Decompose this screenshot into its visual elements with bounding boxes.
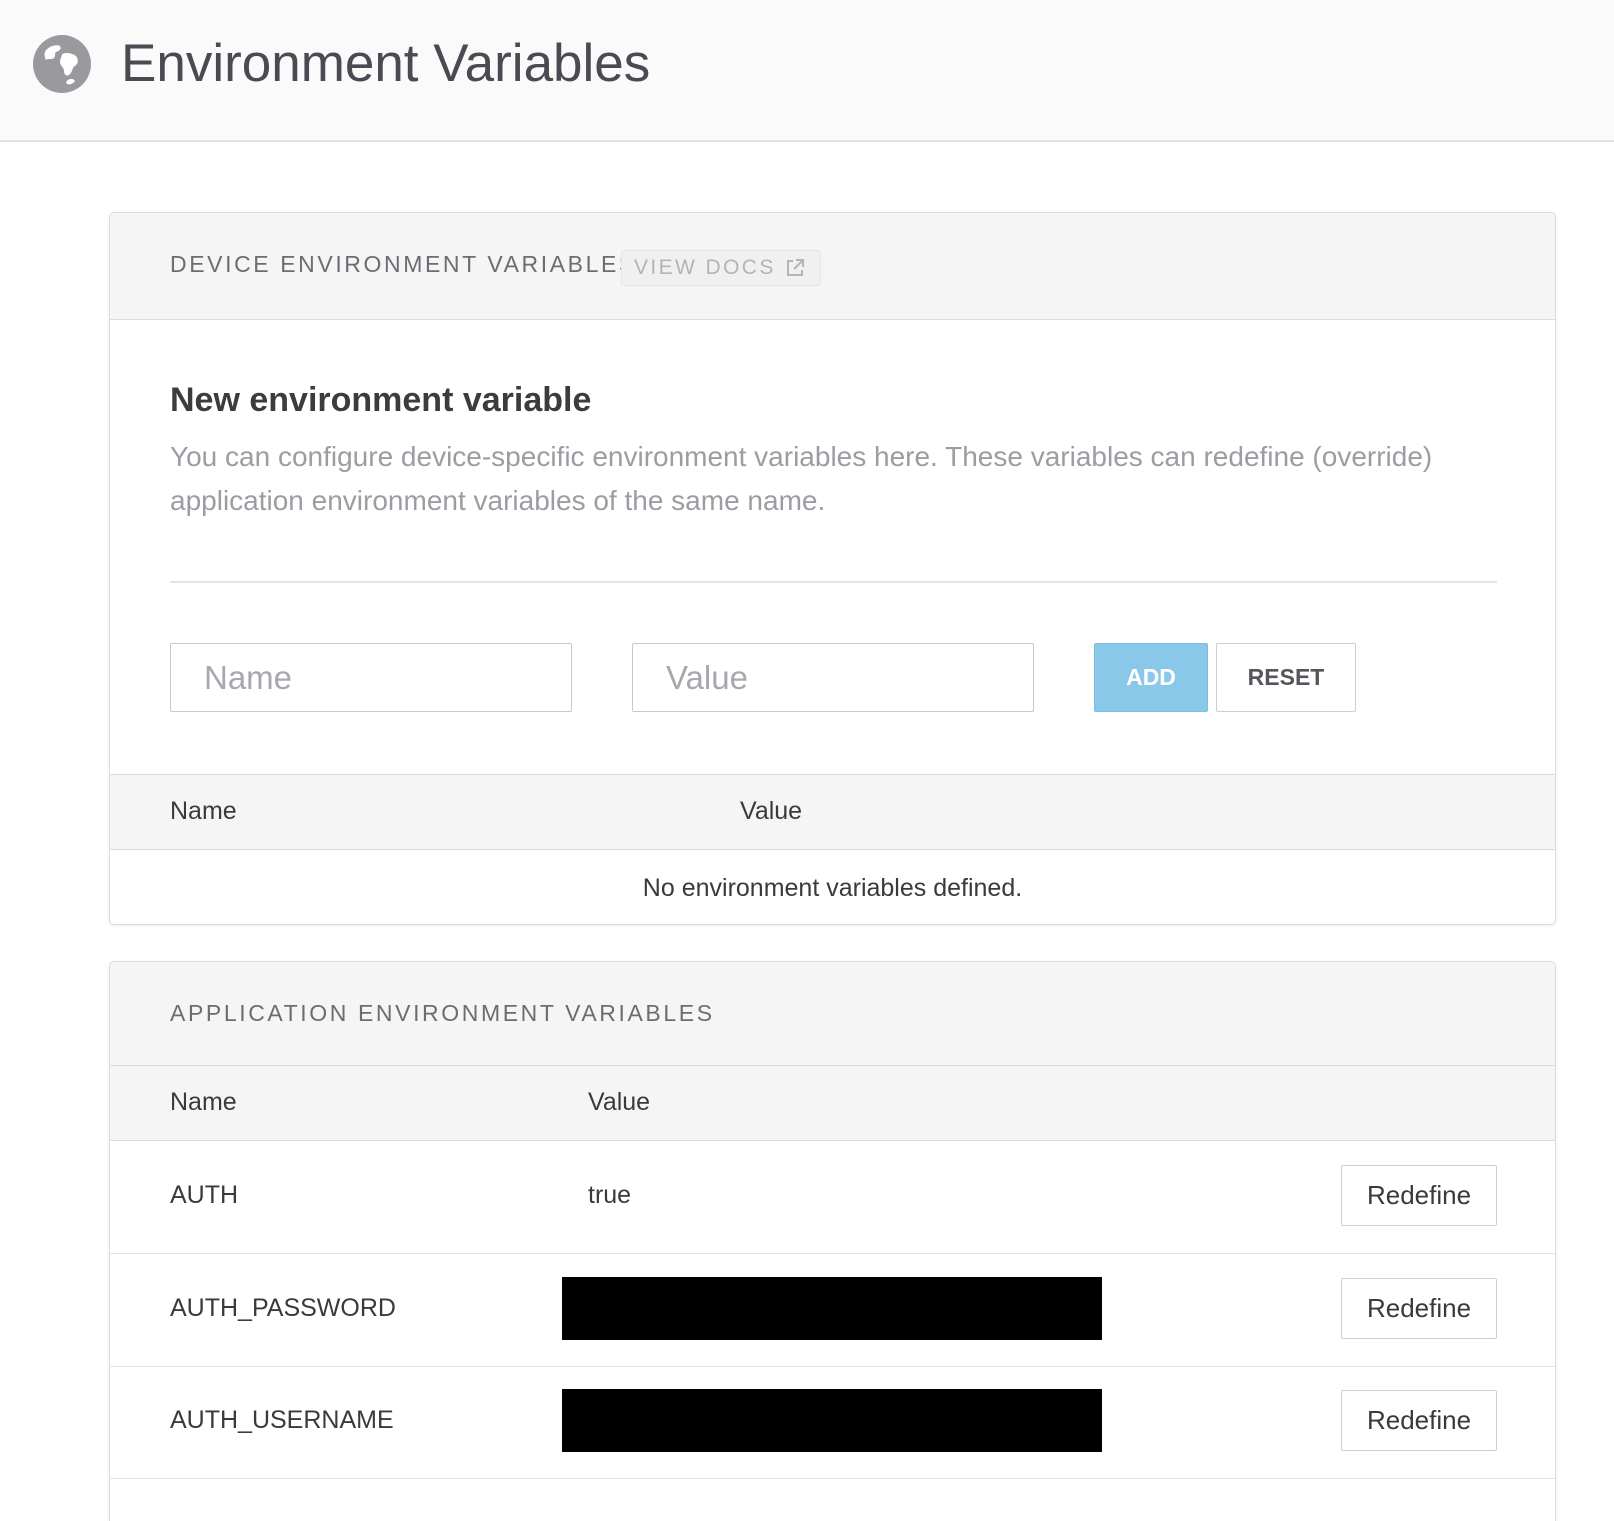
- variable-name: AUTH_USERNAME: [170, 1406, 394, 1434]
- variable-value-input[interactable]: [632, 643, 1034, 712]
- application-env-panel: APPLICATION ENVIRONMENT VARIABLES Name V…: [109, 961, 1556, 1521]
- application-env-panel-header: APPLICATION ENVIRONMENT VARIABLES: [110, 962, 1555, 1066]
- globe-icon: [33, 35, 91, 93]
- variable-name-input[interactable]: [170, 643, 572, 712]
- column-header-value[interactable]: Value: [740, 797, 802, 826]
- page-header: Environment Variables: [0, 0, 1614, 142]
- redefine-button[interactable]: Redefine: [1341, 1165, 1497, 1226]
- new-variable-title: New environment variable: [170, 381, 592, 419]
- application-env-heading: APPLICATION ENVIRONMENT VARIABLES: [170, 1000, 715, 1026]
- empty-table-message: No environment variables defined.: [642, 873, 1023, 902]
- page-title: Environment Variables: [121, 34, 651, 93]
- variable-value: true: [588, 1181, 632, 1209]
- external-link-icon: [786, 259, 804, 276]
- table-row: AUTH true Redefine: [110, 1141, 1555, 1254]
- table-row: AUTH_USERNAME Redefine: [110, 1366, 1555, 1479]
- table-row: AUTH_PASSWORD Redefine: [110, 1254, 1555, 1367]
- device-env-panel: DEVICE ENVIRONMENT VARIABLES VIEW DOCS N…: [109, 212, 1556, 925]
- view-docs-link[interactable]: VIEW DOCS: [621, 250, 821, 286]
- form-divider: [170, 581, 1497, 583]
- column-header-name[interactable]: Name: [170, 797, 237, 826]
- device-env-panel-header: DEVICE ENVIRONMENT VARIABLES VIEW DOCS: [110, 213, 1555, 320]
- new-variable-description: You can configure device-specific enviro…: [170, 441, 1433, 516]
- device-env-heading: DEVICE ENVIRONMENT VARIABLES: [170, 251, 637, 277]
- redefine-button[interactable]: Redefine: [1341, 1278, 1497, 1339]
- reset-button[interactable]: RESET: [1216, 643, 1356, 712]
- column-header-value[interactable]: Value: [588, 1088, 650, 1117]
- application-table-header: Name Value: [110, 1065, 1555, 1141]
- variable-name: AUTH: [170, 1181, 239, 1209]
- redefine-button[interactable]: Redefine: [1341, 1390, 1497, 1451]
- column-header-name[interactable]: Name: [170, 1088, 237, 1117]
- view-docs-label: VIEW DOCS: [634, 256, 776, 279]
- variable-name: AUTH_PASSWORD: [170, 1294, 396, 1322]
- add-button[interactable]: ADD: [1094, 643, 1208, 712]
- redacted-value: [562, 1389, 1102, 1452]
- redacted-value: [562, 1277, 1102, 1340]
- device-table-header: Name Value: [110, 774, 1555, 850]
